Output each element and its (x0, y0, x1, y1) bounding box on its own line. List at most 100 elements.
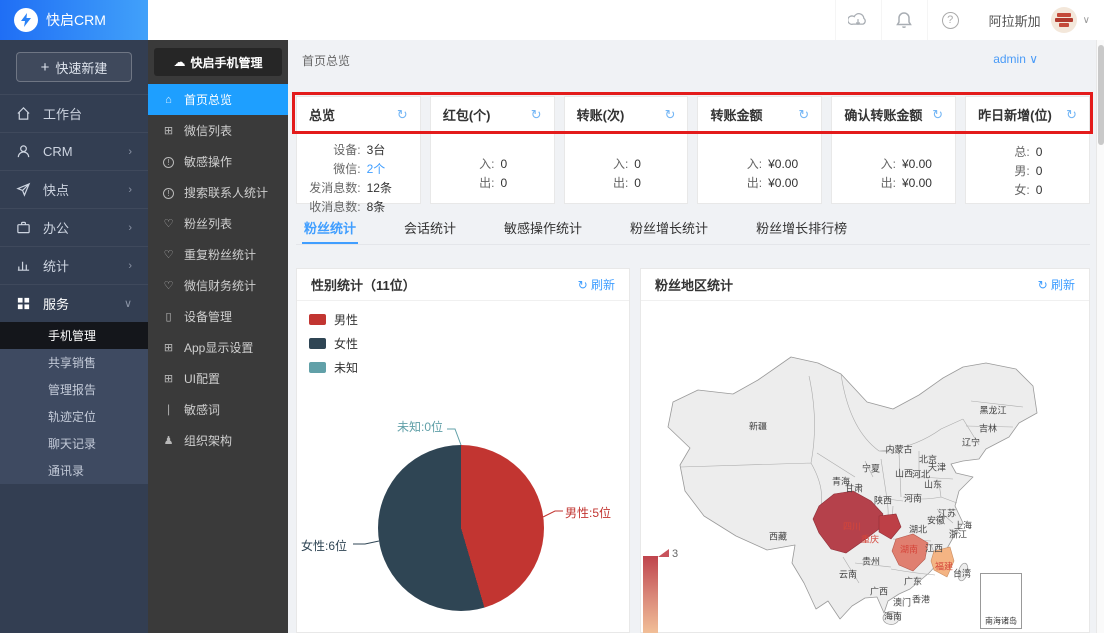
submenu-item-track-location[interactable]: 轨迹定位 (0, 403, 148, 430)
map-label-xizang: 西藏 (769, 530, 787, 543)
china-map[interactable]: 南海诸岛 3 新疆 黑龙江 吉林 辽宁 内蒙古 北京 天津 宁夏 山西 河北 青… (641, 301, 1089, 633)
submenu-item-chat-records[interactable]: 聊天记录 (0, 430, 148, 457)
map-label-sichuan: 四川 (843, 520, 861, 533)
sec-item-wechat-finance[interactable]: ♡微信财务统计 (148, 270, 288, 301)
submenu-item-contacts[interactable]: 通讯录 (0, 457, 148, 484)
legend-item-male[interactable]: 男性 (309, 307, 358, 331)
legend-item-female[interactable]: 女性 (309, 331, 358, 355)
heart-icon: ♡ (162, 217, 175, 230)
sidebar-item-office[interactable]: 办公 › (0, 208, 148, 246)
map-label-guangdong: 广东 (904, 575, 922, 588)
refresh-icon[interactable]: ↻ (932, 107, 943, 123)
map-label-heilongjiang: 黑龙江 (979, 404, 1006, 417)
map-label-shaanxi: 陕西 (874, 494, 892, 507)
legend-swatch (309, 362, 326, 373)
apps-grid-icon (16, 296, 31, 311)
map-label-zhejiang: 浙江 (949, 528, 967, 541)
inset-label: 南海诸岛 (985, 616, 1017, 627)
submenu-item-phone-mgmt[interactable]: 手机管理 (0, 322, 148, 349)
plus-icon: + (41, 59, 50, 76)
sidebar-item-crm[interactable]: CRM › (0, 132, 148, 170)
user-name[interactable]: 阿拉斯加 (973, 11, 1051, 30)
tab-session-stats[interactable]: 会话统计 (402, 218, 458, 244)
bell-icon[interactable] (881, 0, 927, 40)
refresh-icon[interactable]: ↻ (531, 107, 542, 123)
admin-dropdown[interactable]: admin ∨ (993, 52, 1038, 66)
cloud-sync-icon[interactable] (835, 0, 881, 40)
heart-icon: ♡ (162, 279, 175, 292)
sec-item-contact-search-stats[interactable]: !搜索联系人统计 (148, 177, 288, 208)
refresh-icon[interactable]: ↻ (665, 107, 676, 123)
pie-label-male: 男性:5位 (565, 504, 611, 521)
tab-sensitive-op-stats[interactable]: 敏感操作统计 (502, 218, 584, 244)
legend-item-unknown[interactable]: 未知 (309, 355, 358, 379)
panel-title: 性别统计（11位） (311, 275, 416, 294)
bar-chart-icon (16, 258, 31, 273)
help-icon[interactable]: ? (927, 0, 973, 40)
visualmap-max-value: 3 (672, 548, 678, 560)
sec-item-home-overview[interactable]: ⌂首页总览 (148, 84, 288, 115)
tab-fan-growth-ranking[interactable]: 粉丝增长排行榜 (754, 218, 849, 244)
chevron-right-icon: › (128, 260, 132, 272)
gender-pie-chart[interactable] (378, 445, 544, 611)
refresh-button[interactable]: ↻ 刷新 (578, 276, 615, 293)
submenu-item-shared-sales[interactable]: 共享销售 (0, 349, 148, 376)
sec-item-sensitive-ops[interactable]: !敏感操作 (148, 146, 288, 177)
secondary-sidebar: ☁ 快启手机管理 ⌂首页总览 ⊞微信列表 !敏感操作 !搜索联系人统计 ♡粉丝列… (148, 40, 288, 633)
wechat-count-link[interactable]: 2个 (361, 160, 386, 179)
refresh-button[interactable]: ↻ 刷新 (1038, 276, 1075, 293)
sidebar-item-services[interactable]: 服务 ∨ (0, 284, 148, 322)
sec-item-duplicate-fans[interactable]: ♡重复粉丝统计 (148, 239, 288, 270)
card-title: 总览 (309, 105, 335, 124)
sec-item-device-mgmt[interactable]: ▯设备管理 (148, 301, 288, 332)
map-label-xinjiang: 新疆 (749, 420, 767, 433)
stat-card-redpacket: 红包(个)↻ 入:0 出:0 (430, 96, 555, 204)
sidebar-item-kuaidian[interactable]: 快点 › (0, 170, 148, 208)
chevron-down-icon[interactable]: ∨ (1077, 15, 1096, 26)
pie-label-female: 女性:6位 (301, 537, 347, 554)
tab-fan-growth-stats[interactable]: 粉丝增长统计 (628, 218, 710, 244)
send-icon (16, 182, 31, 197)
card-title: 红包(个) (443, 105, 491, 124)
tab-fan-stats[interactable]: 粉丝统计 (302, 218, 358, 244)
sec-item-fans-list[interactable]: ♡粉丝列表 (148, 208, 288, 239)
map-label-tianjin: 天津 (928, 461, 946, 474)
user-icon (16, 144, 31, 159)
refresh-icon[interactable]: ↻ (397, 107, 408, 123)
sec-item-org-structure[interactable]: ♟组织架构 (148, 425, 288, 456)
submenu-item-mgmt-report[interactable]: 管理报告 (0, 376, 148, 403)
card-title: 确认转账金额 (844, 105, 922, 124)
refresh-icon[interactable]: ↻ (798, 107, 809, 123)
heart-icon: ♡ (162, 248, 175, 261)
map-label-guangxi: 广西 (870, 585, 888, 598)
topbar: 快启CRM ? 阿拉斯加 ∨ (0, 0, 1104, 40)
scrollbar-thumb[interactable] (1098, 45, 1104, 145)
sec-item-app-display[interactable]: ⊞App显示设置 (148, 332, 288, 363)
legend-swatch (309, 314, 326, 325)
sidebar-item-statistics[interactable]: 统计 › (0, 246, 148, 284)
sec-item-wechat-list[interactable]: ⊞微信列表 (148, 115, 288, 146)
visualmap-gradient-bar[interactable] (643, 556, 658, 633)
gender-stats-panel: 性别统计（11位） ↻ 刷新 男性 女性 未知 未知:0位 男性:5位 女性:6… (296, 268, 630, 633)
vertical-scrollbar[interactable] (1096, 40, 1104, 633)
grid-icon: ⊞ (162, 124, 175, 137)
pie-legend: 男性 女性 未知 (309, 307, 358, 379)
main-sidebar: + 快速新建 工作台 CRM › 快点 › 办公 › 统计 › 服务 ∨ 手机管… (0, 40, 148, 633)
main-content: 首页总览 admin ∨ 总览↻ 设备:3台 微信:2个 发消息数:12条 收消… (288, 40, 1104, 633)
sec-item-sensitive-words[interactable]: ∣敏感词 (148, 394, 288, 425)
map-label-fujian: 福建 (935, 560, 953, 573)
sec-item-ui-config[interactable]: ⊞UI配置 (148, 363, 288, 394)
chevron-right-icon: › (128, 146, 132, 158)
map-label-hubei: 湖北 (909, 523, 927, 536)
quick-create-button[interactable]: + 快速新建 (16, 52, 132, 82)
grid-icon: ⊞ (162, 372, 175, 385)
stats-tabs: 粉丝统计 会话统计 敏感操作统计 粉丝增长统计 粉丝增长排行榜 (296, 218, 1090, 245)
region-stats-panel: 粉丝地区统计 ↻ 刷新 南海诸岛 3 新疆 (640, 268, 1090, 633)
map-label-henan: 河南 (904, 492, 922, 505)
map-label-liaoning: 辽宁 (962, 436, 980, 449)
map-label-guizhou: 贵州 (862, 555, 880, 568)
stat-cards-row: 总览↻ 设备:3台 微信:2个 发消息数:12条 收消息数:8条 红包(个)↻ … (296, 96, 1090, 204)
avatar[interactable] (1051, 7, 1077, 33)
sidebar-item-workbench[interactable]: 工作台 (0, 94, 148, 132)
refresh-icon[interactable]: ↻ (1066, 107, 1077, 123)
